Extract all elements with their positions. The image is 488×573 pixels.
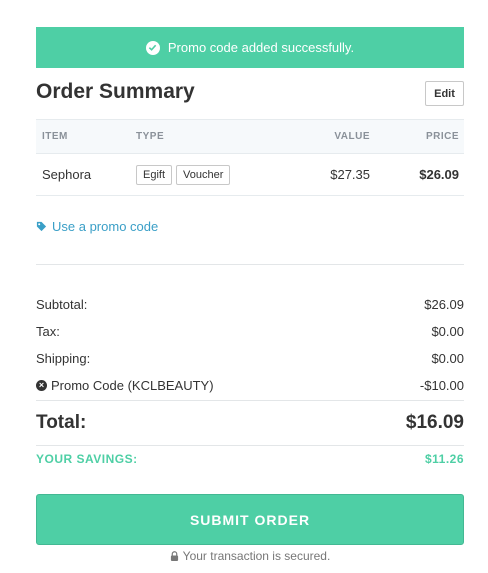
edit-button[interactable]: Edit [425, 81, 464, 106]
tax-line: Tax: $0.00 [36, 324, 464, 339]
promo-label-group: × Promo Code (KCLBEAUTY) [36, 378, 214, 393]
tax-label: Tax: [36, 324, 60, 339]
promo-code-link[interactable]: Use a promo code [36, 219, 158, 234]
remove-promo-icon[interactable]: × [36, 380, 47, 391]
shipping-line: Shipping: $0.00 [36, 351, 464, 366]
lock-icon [170, 551, 178, 561]
shipping-value: $0.00 [431, 351, 464, 366]
page-title: Order Summary [36, 80, 195, 103]
savings-label: YOUR SAVINGS: [36, 452, 138, 466]
promo-code-link-label: Use a promo code [52, 219, 159, 234]
submit-order-button[interactable]: SUBMIT ORDER [36, 494, 464, 545]
total-label: Total: [36, 412, 87, 433]
tag-icon [36, 221, 47, 232]
total-line: Total: $16.09 [36, 412, 464, 434]
secure-note-text: Your transaction is secured. [182, 549, 331, 563]
success-banner: Promo code added successfully. [36, 27, 464, 68]
shipping-label: Shipping: [36, 351, 91, 366]
subtotal-line: Subtotal: $26.09 [36, 297, 464, 312]
savings-value: $11.26 [424, 452, 464, 466]
promo-value: -$10.00 [419, 378, 464, 393]
divider [36, 264, 464, 265]
type-tag-voucher: Voucher [176, 165, 231, 185]
promo-line: × Promo Code (KCLBEAUTY) -$10.00 [36, 378, 464, 393]
column-header-price: PRICE [425, 131, 459, 142]
total-value: $16.09 [405, 412, 464, 433]
item-name: Sephora [42, 167, 92, 182]
table-header: ITEM TYPE VALUE PRICE [36, 119, 464, 154]
promo-label: Promo Code (KCLBEAUTY) [51, 378, 214, 393]
subtotal-value: $26.09 [424, 297, 464, 312]
column-header-value: VALUE [334, 131, 370, 142]
tax-value: $0.00 [431, 324, 464, 339]
item-value: $27.35 [330, 167, 370, 182]
item-price: $26.09 [419, 167, 459, 182]
savings-line: YOUR SAVINGS: $11.26 [36, 452, 464, 466]
divider [36, 400, 464, 401]
column-header-item: ITEM [42, 131, 68, 142]
secure-note: Your transaction is secured. [0, 549, 488, 563]
column-header-type: TYPE [136, 131, 165, 142]
divider [36, 445, 464, 446]
table-row: Sephora Egift Voucher $27.35 $26.09 [36, 154, 464, 196]
type-tag-egift: Egift [136, 165, 173, 185]
check-circle-icon [145, 40, 160, 55]
subtotal-label: Subtotal: [36, 297, 88, 312]
success-message: Promo code added successfully. [167, 40, 355, 55]
